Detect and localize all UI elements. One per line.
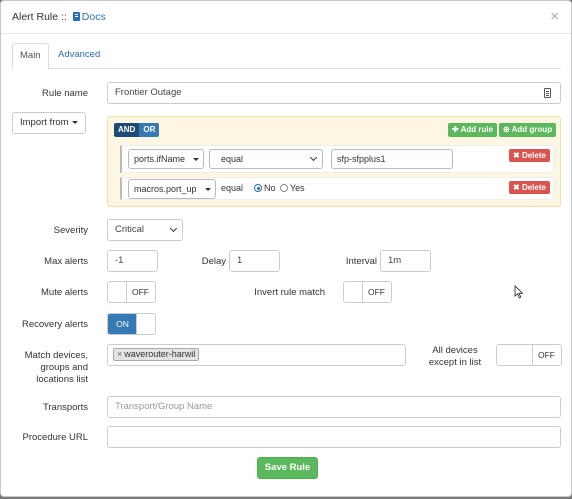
mute-alerts-label: Mute alerts: [41, 287, 88, 298]
invert-rule-match-toggle[interactable]: OFF: [343, 281, 392, 303]
alert-rule-modal: Alert Rule :: Docs × Main Advanced Rule …: [0, 0, 572, 497]
rule-1-value-text: sfp-sfpplus1: [337, 154, 386, 164]
tab-main[interactable]: Main: [12, 43, 49, 70]
rule-2-operator-text: equal: [221, 183, 244, 193]
rule-1-value-input[interactable]: sfp-sfpplus1: [331, 149, 453, 169]
recovery-alerts-state: ON: [108, 314, 137, 334]
plus-icon: ✚: [452, 125, 461, 134]
max-alerts-label: Max alerts: [44, 256, 88, 267]
invert-rule-match-state: OFF: [368, 287, 385, 297]
book-icon: [72, 12, 80, 21]
rule-1-operator-value: equal: [221, 154, 244, 164]
toggle-knob: [497, 345, 533, 365]
plus-circle-icon: ⊕: [503, 125, 512, 134]
caret-down-icon: [71, 121, 78, 124]
delay-label: Delay: [201, 256, 226, 267]
delete-label: Delete: [521, 183, 546, 192]
query-builder-group: AND OR ✚ Add rule ⊕ Add group ports.ifNa…: [107, 116, 561, 207]
max-alerts-input[interactable]: -1: [107, 250, 158, 272]
max-alerts-value: -1: [115, 255, 124, 266]
toggle-knob: [136, 314, 155, 334]
all-devices-except-line2: except in list: [428, 357, 482, 368]
rule-1-field-select[interactable]: ports.ifName: [128, 149, 204, 169]
and-or-toggle: AND OR: [114, 123, 160, 137]
mute-alerts-toggle[interactable]: OFF: [107, 281, 156, 303]
procedure-url-input[interactable]: [107, 426, 561, 448]
import-from-button[interactable]: Import from: [12, 112, 86, 134]
add-rule-label: Add rule: [460, 125, 494, 134]
interval-input[interactable]: 1m: [380, 250, 431, 272]
match-devices-label: Match devices, groups and locations list: [11, 350, 88, 386]
close-icon[interactable]: ×: [550, 8, 559, 25]
radio-selected-icon: [254, 184, 262, 192]
tab-bar: Main Advanced: [12, 43, 561, 70]
rule-2-radio-no[interactable]: No: [254, 183, 276, 193]
remove-tag-icon[interactable]: ×: [117, 349, 122, 359]
chevron-down-icon: [309, 153, 318, 162]
rule-row-1: ports.ifName equal sfp-sfpplus1 ✖ Delete: [120, 145, 554, 173]
import-from-label: Import from: [20, 117, 69, 128]
rule-2-field-select[interactable]: macros.port_up: [128, 179, 216, 199]
caret-down-icon: [205, 188, 211, 191]
clipboard-icon[interactable]: [544, 88, 551, 98]
toggle-knob: [108, 282, 127, 302]
radio-no-label: No: [264, 183, 276, 193]
toggle-knob: [344, 282, 363, 302]
rule-1-operator-select[interactable]: equal: [209, 149, 323, 169]
delay-input[interactable]: 1: [229, 250, 280, 272]
rule-2-radio-yes[interactable]: Yes: [280, 183, 305, 193]
rule-2-field-value: macros.port_up: [134, 184, 197, 194]
rule-row-2: macros.port_up equal No Yes ✖ Delete: [120, 177, 554, 200]
add-group-label: Add group: [511, 125, 553, 134]
radio-yes-label: Yes: [290, 183, 305, 193]
recovery-alerts-label: Recovery alerts: [22, 319, 88, 330]
severity-value: Critical: [115, 224, 145, 235]
delay-value: 1: [237, 255, 243, 266]
caret-down-icon: [193, 158, 199, 161]
invert-rule-match-label: Invert rule match: [254, 287, 325, 298]
add-group-button[interactable]: ⊕ Add group: [499, 123, 557, 137]
severity-select[interactable]: Critical: [107, 219, 183, 241]
add-rule-button[interactable]: ✚ Add rule: [448, 123, 498, 137]
delete-label: Delete: [521, 151, 546, 160]
match-devices-label-line1: Match devices,: [24, 350, 88, 361]
rule-2-delete-button[interactable]: ✖ Delete: [509, 181, 550, 194]
interval-label: Interval: [345, 256, 377, 267]
and-button[interactable]: AND: [114, 123, 140, 137]
docs-link-label: Docs: [81, 11, 106, 23]
rule-name-input[interactable]: Frontier Outage: [107, 82, 561, 104]
rule-1-field-value: ports.ifName: [134, 154, 186, 164]
radio-empty-icon: [280, 184, 288, 192]
device-tag-label: waverouter-harwil: [124, 349, 196, 359]
procedure-url-label: Procedure URL: [22, 432, 88, 443]
all-devices-except-label: All devices except in list: [421, 345, 489, 369]
all-devices-except-line1: All devices: [432, 345, 478, 356]
device-tag[interactable]: × waverouter-harwil: [113, 348, 200, 361]
tab-advanced[interactable]: Advanced: [51, 43, 107, 69]
all-devices-except-state: OFF: [538, 350, 555, 360]
modal-title: Alert Rule :: Docs: [12, 11, 106, 23]
recovery-alerts-toggle[interactable]: ON: [107, 313, 156, 335]
x-icon: ✖: [513, 183, 522, 192]
save-rule-button[interactable]: Save Rule: [257, 457, 318, 479]
match-devices-label-line2: groups and: [40, 362, 88, 373]
transports-label: Transports: [42, 402, 88, 413]
rule-name-label: Rule name: [42, 88, 88, 99]
mute-alerts-state: OFF: [132, 287, 149, 297]
x-icon: ✖: [513, 151, 522, 160]
modal-header: Alert Rule :: Docs ×: [1, 1, 571, 34]
all-devices-except-toggle[interactable]: OFF: [496, 344, 562, 366]
transports-placeholder: Transport/Group Name: [115, 401, 213, 412]
interval-value: 1m: [388, 255, 402, 266]
modal-title-text: Alert Rule ::: [12, 11, 67, 23]
or-button[interactable]: OR: [139, 123, 160, 137]
severity-label: Severity: [53, 225, 88, 236]
transports-input[interactable]: Transport/Group Name: [107, 396, 561, 418]
rule-1-delete-button[interactable]: ✖ Delete: [509, 149, 550, 162]
chevron-down-icon: [169, 224, 178, 233]
match-devices-label-line3: locations list: [36, 374, 88, 385]
docs-link[interactable]: Docs: [72, 11, 106, 23]
rule-name-value: Frontier Outage: [115, 87, 182, 98]
